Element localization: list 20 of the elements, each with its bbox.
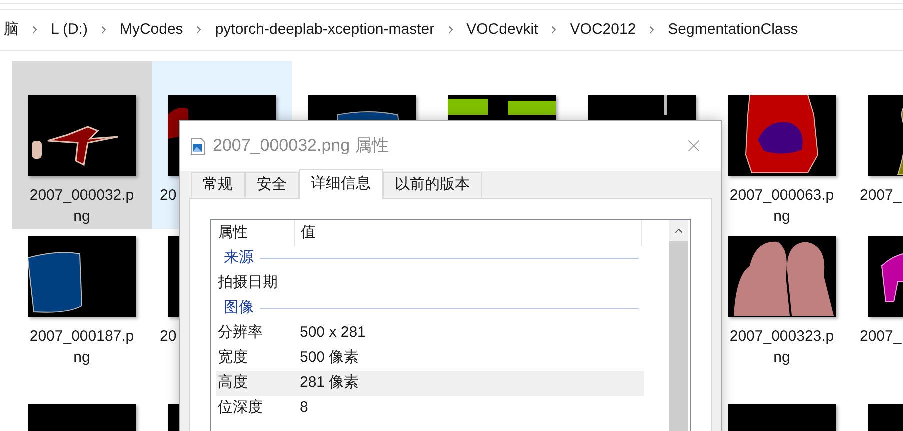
property-name: 拍摄日期 xyxy=(217,273,279,294)
file-name: 20 xyxy=(160,327,177,347)
file-name: 2007_ xyxy=(860,186,902,206)
property-name: 位深度 xyxy=(217,398,264,418)
file-name: 2007_ xyxy=(860,327,902,347)
file-name: 2007_000187.png xyxy=(28,327,136,368)
group-heading: 图像 xyxy=(224,298,254,318)
file-name: 2007_000323.png xyxy=(728,327,836,368)
property-value: 500 像素 xyxy=(300,348,360,368)
property-value: 8 xyxy=(300,398,308,418)
file-name: 2007_000032.png xyxy=(28,186,136,227)
property-name: 分辨率 xyxy=(217,323,264,344)
property-name: 高度 xyxy=(217,373,249,394)
window-title: 2007_000032.png 属性 xyxy=(213,135,389,158)
property-value: 281 像素 xyxy=(300,373,360,394)
property-value: 500 x 281 xyxy=(300,323,366,344)
file-name: 2007_000063.png xyxy=(728,186,836,227)
property-name: 宽度 xyxy=(217,348,249,368)
file-name: 20 xyxy=(160,186,177,206)
group-heading: 来源 xyxy=(224,248,254,268)
